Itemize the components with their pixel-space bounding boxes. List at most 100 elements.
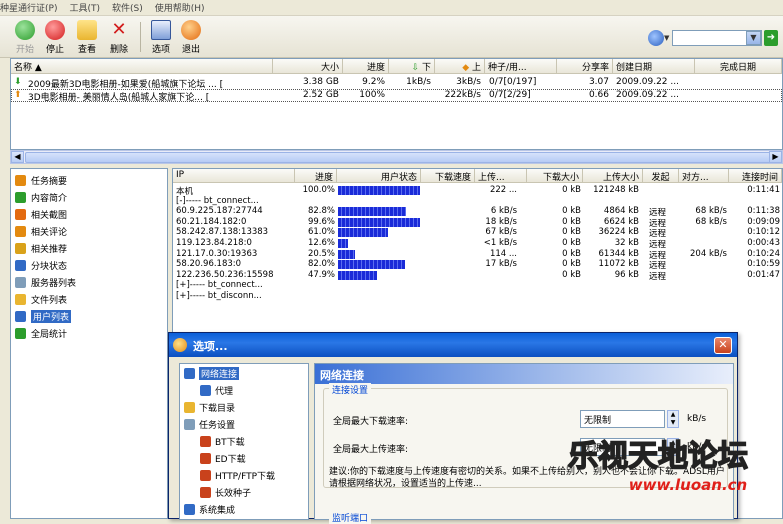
detail-sidebar: 任务摘要内容简介相关截图 相关评论 相关推荐分块状态服务器列表 文件列表 用户列表 全局统…	[10, 168, 168, 519]
sidebar-item[interactable]: 相关评论	[15, 223, 67, 239]
tree-item-label: 代理	[215, 387, 234, 397]
scroll-right-button[interactable]: ▶	[769, 151, 782, 163]
col-header-ip[interactable]: IP	[173, 169, 295, 183]
stats-icon	[15, 327, 26, 339]
sidebar-item[interactable]: 任务摘要	[15, 172, 67, 188]
sidebar-item[interactable]: 分块状态	[15, 257, 67, 273]
col-header-down[interactable]: ⇩ 下	[389, 59, 435, 74]
col-header-created[interactable]: 创建日期	[613, 59, 695, 74]
peer-row[interactable]: [+]----- bt_disconn...	[173, 291, 782, 302]
sidebar-item[interactable]: 文件列表	[15, 291, 67, 307]
torrent-row[interactable]: ⬆ 3D电影相册- 美丽情人岛(船城人家旗下论... [ 2.52 GB 100…	[11, 89, 782, 103]
menu-item-help[interactable]: 使用帮助(H)	[155, 1, 205, 14]
sidebar-item[interactable]: 全局统计	[15, 325, 67, 341]
torrent-row[interactable]: ⬇ 2009最新3D电影相册-如果爱(船城旗下论坛 ... [ 3.38 GB …	[11, 76, 782, 90]
menu-item-software[interactable]: 软件(S)	[112, 1, 143, 14]
peer-ip: 121.17.0.30:19363	[176, 248, 258, 259]
peer-progress: 47.9%	[307, 269, 335, 280]
menu-item-tools[interactable]: 工具(T)	[69, 1, 100, 14]
ed-icon	[200, 453, 211, 464]
torrent-seeds: 0/7[0/197]	[489, 77, 537, 87]
horizontal-scrollbar[interactable]: ◀ ▶	[10, 150, 783, 164]
tree-item[interactable]: HTTP/FTP下载	[200, 468, 275, 483]
stop-button[interactable]: 停止	[40, 18, 70, 55]
search-dropdown-button[interactable]: ▼	[746, 31, 761, 45]
sidebar-item-label: 分块状态	[31, 261, 68, 272]
peer-row[interactable]: 本机 100.0% 222 ... 0 kB 121248 kB 0:11:41	[173, 185, 782, 197]
folder-icon	[184, 402, 195, 413]
max-download-spinner[interactable]: ▲ ▼	[667, 410, 679, 428]
sidebar-item[interactable]: 相关推荐	[15, 240, 67, 256]
torrent-size: 3.38 GB	[302, 77, 339, 87]
tree-item[interactable]: BT下载	[200, 434, 245, 449]
progress-fill	[338, 186, 420, 195]
sidebar-item[interactable]: 服务器列表	[15, 274, 76, 290]
peer-progress-bar	[338, 239, 420, 248]
sidebar-item[interactable]: 相关截图	[15, 206, 67, 222]
seed-icon	[200, 487, 211, 498]
max-download-input[interactable]: 无限制	[580, 410, 665, 428]
peer-row[interactable]: [-]----- bt_connect...	[173, 196, 782, 207]
server-icon	[15, 276, 26, 288]
tree-item[interactable]: 网络连接	[184, 366, 240, 381]
col-header-progress[interactable]: 进度	[343, 59, 389, 74]
exit-button[interactable]: 退出	[176, 18, 206, 55]
tree-item[interactable]: 任务设置	[184, 417, 235, 432]
peer-row[interactable]: 58.242.87.138:13383 61.0% 67 kB/s 0 kB 36224…	[173, 227, 782, 239]
tree-item[interactable]: 长效种子	[200, 485, 251, 500]
col-header-down-size[interactable]: 下载大小	[527, 169, 583, 183]
col-header-up[interactable]: ◆ 上	[435, 59, 485, 74]
chevron-down-icon[interactable]: ▼	[664, 34, 669, 42]
col-header-progress[interactable]: 进度	[295, 169, 337, 183]
peer-row[interactable]: 122.236.50.236:15598 47.9% 0 kB 96 kB 远程 0:01…	[173, 269, 782, 282]
tree-item[interactable]: 代理	[200, 383, 233, 398]
scroll-left-button[interactable]: ◀	[11, 151, 24, 163]
col-header-time[interactable]: 连接时间	[729, 169, 782, 183]
col-header-size[interactable]: 大小	[273, 59, 343, 74]
tree-item[interactable]: 系统集成	[184, 502, 235, 517]
col-header-up-size[interactable]: 上传大小	[583, 169, 643, 183]
peer-row[interactable]: 60.9.225.187:27744 82.8% 6 kB/s 0 kB 4864 kB…	[173, 206, 782, 218]
peer-down-size: 0 kB	[562, 216, 581, 227]
peer-progress: 82.8%	[307, 206, 335, 217]
dialog-title[interactable]: 选项...	[169, 333, 737, 357]
users-icon	[15, 310, 26, 322]
sidebar-item[interactable]: 内容简介	[15, 189, 67, 205]
torrent-progress: 9.2%	[362, 77, 385, 87]
peer-progress-bar	[338, 249, 420, 259]
view-button[interactable]: 查看	[72, 18, 102, 55]
peer-down-size: 0 kB	[562, 238, 581, 248]
peer-row[interactable]: 119.123.84.218:0 12.6% <1 kB/s 0 kB 32 kB 远程 0…	[173, 238, 782, 250]
peer-row[interactable]: 121.17.0.30:19363 20.5% 114 ... 0 kB 61344 k…	[173, 248, 782, 261]
peer-up-speed: 17 kB/s	[485, 259, 517, 270]
sidebar-item-label: 内容简介	[31, 193, 68, 204]
peer-up-speed: 6 kB/s	[490, 206, 517, 217]
tree-item[interactable]: ED下载	[200, 451, 246, 466]
col-header-remote[interactable]: 对方...	[679, 169, 729, 183]
col-header-name[interactable]: 名称 ▲	[11, 59, 273, 74]
col-header-completed[interactable]: 完成日期	[695, 59, 782, 74]
close-button[interactable]: ✕	[714, 337, 732, 354]
delete-button[interactable]: ✕ 删除	[104, 18, 134, 56]
col-header-up-speed[interactable]: 上传...	[475, 169, 527, 183]
col-header-ratio[interactable]: 分享率	[557, 59, 613, 74]
peer-row[interactable]: 58.20.96.183:0 82.0% 17 kB/s 0 kB 11072 kB 远程…	[173, 259, 782, 271]
comment-icon	[15, 225, 26, 237]
content-icon	[15, 191, 26, 203]
menu-item-passport[interactable]: 种星通行证(P)	[0, 1, 57, 14]
search-go-button[interactable]: ➜	[764, 30, 778, 46]
watermark-title: 乐视天地论坛	[568, 439, 748, 474]
col-header-initiator[interactable]: 发起	[643, 169, 679, 183]
start-button[interactable]: 开始	[10, 18, 40, 55]
sidebar-item[interactable]: 用户列表	[15, 308, 72, 324]
options-button[interactable]: 选项	[146, 18, 176, 55]
tree-item[interactable]: 下载目录	[184, 400, 235, 415]
peer-row[interactable]: [+]----- bt_connect...	[173, 280, 782, 291]
scrollbar-thumb[interactable]	[25, 152, 775, 163]
search-engine-icon[interactable]	[648, 30, 664, 46]
peer-connect-time: 0:11:41	[747, 185, 780, 195]
peer-row[interactable]: 60.21.184.182:0 99.6% 18 kB/s 0 kB 6624 kB 远程…	[173, 216, 782, 229]
col-header-seeds[interactable]: 种子/用...	[485, 59, 557, 74]
col-header-down-speed[interactable]: 下载速度	[421, 169, 475, 183]
col-header-status[interactable]: 用户状态	[337, 169, 421, 183]
